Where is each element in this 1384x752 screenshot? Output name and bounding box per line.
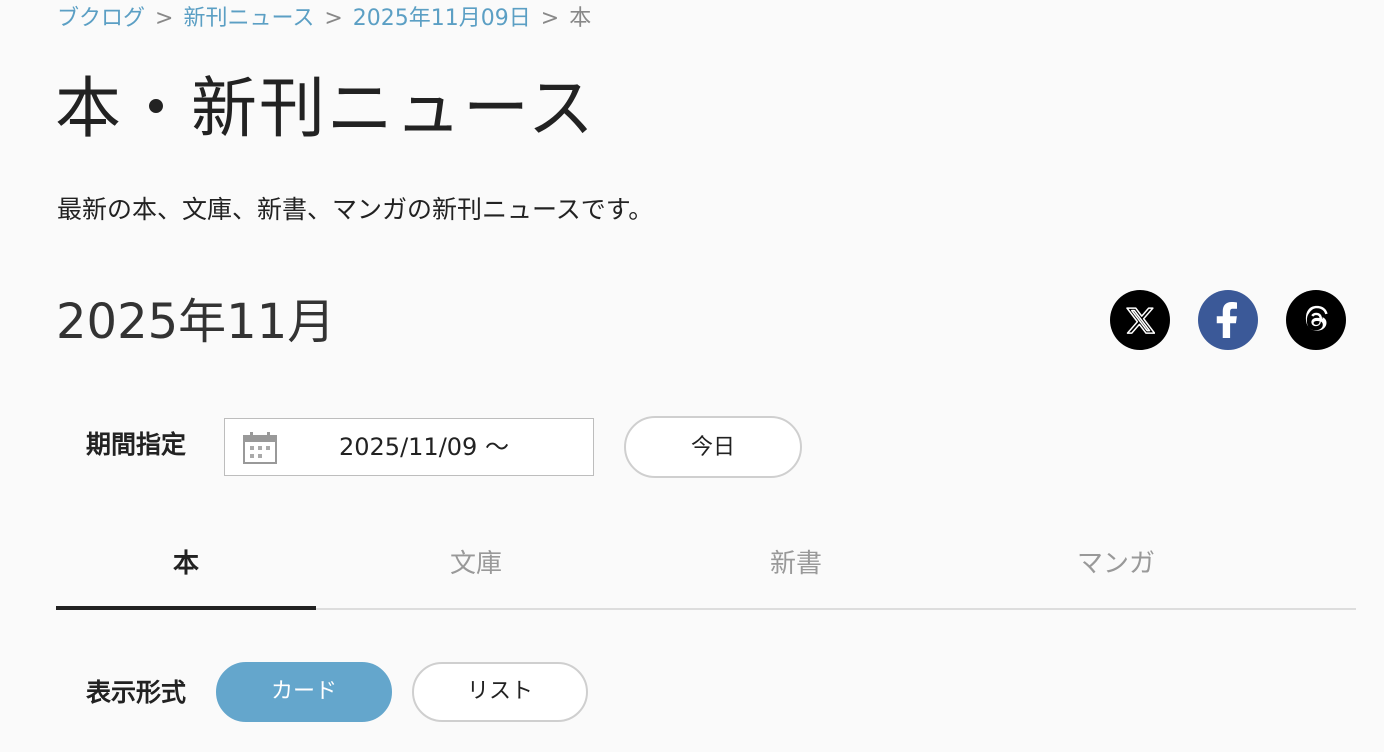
x-icon	[1126, 307, 1155, 334]
share-threads-button[interactable]	[1286, 290, 1346, 350]
display-format-label: 表示形式	[86, 678, 187, 707]
threads-icon	[1305, 305, 1328, 331]
date-range-field[interactable]: 2025/11/09 〜	[224, 418, 594, 476]
share-x-button[interactable]	[1110, 290, 1170, 350]
today-button[interactable]: 今日	[624, 416, 802, 478]
breadcrumb: ブクログ > 新刊ニュース > 2025年11月09日 > 本	[57, 4, 591, 34]
format-card-button[interactable]: カード	[216, 662, 392, 722]
tab-shinsho[interactable]: 新書	[636, 526, 956, 608]
breadcrumb-separator: >	[540, 6, 560, 31]
facebook-icon	[1216, 302, 1237, 338]
page-description: 最新の本、文庫、新書、マンガの新刊ニュースです。	[57, 195, 654, 224]
breadcrumb-separator: >	[324, 6, 343, 31]
breadcrumb-current: 本	[569, 6, 592, 31]
breadcrumb-separator: >	[155, 6, 174, 31]
breadcrumb-link-booklog[interactable]: ブクログ	[57, 4, 145, 34]
breadcrumb-link-date[interactable]: 2025年11月09日	[353, 4, 531, 34]
calendar-icon	[243, 432, 277, 464]
breadcrumb-link-new-releases[interactable]: 新刊ニュース	[183, 4, 314, 34]
format-list-button[interactable]: リスト	[412, 662, 588, 722]
tab-books[interactable]: 本	[56, 526, 316, 610]
tab-manga[interactable]: マンガ	[956, 526, 1276, 608]
month-heading: 2025年11月	[56, 294, 336, 350]
date-range-value: 2025/11/09 〜	[339, 433, 509, 461]
share-facebook-button[interactable]	[1198, 290, 1258, 350]
period-label: 期間指定	[86, 430, 187, 459]
tab-bunko[interactable]: 文庫	[316, 526, 636, 608]
category-tabs: 本 文庫 新書 マンガ	[56, 526, 1356, 610]
page-title: 本・新刊ニュース	[55, 70, 596, 147]
